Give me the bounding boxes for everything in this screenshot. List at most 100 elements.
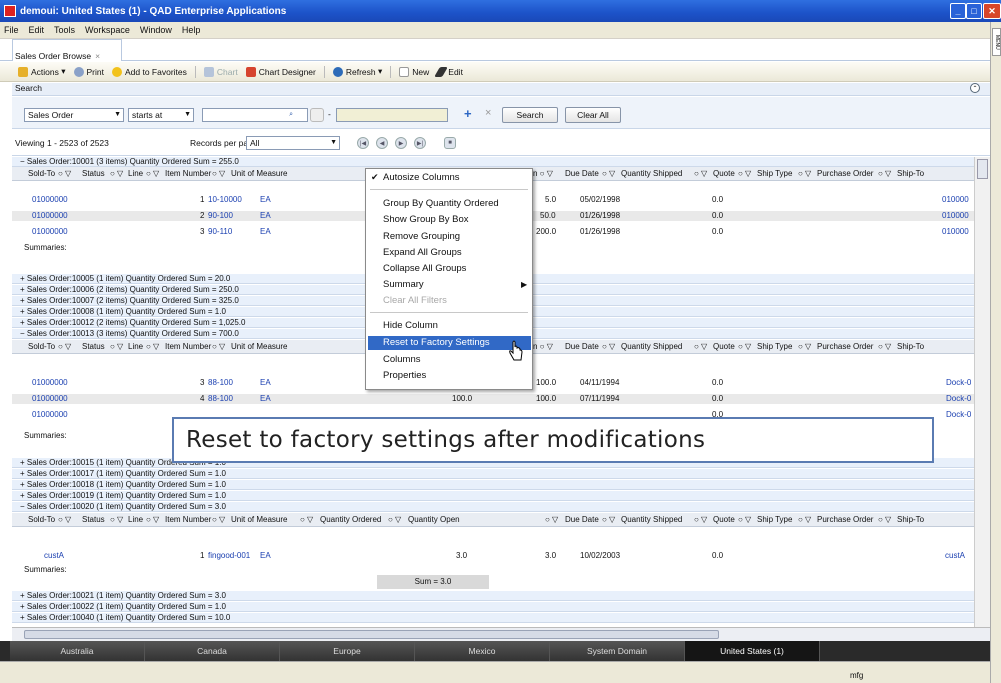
cell-item[interactable]: 88-100 [208,394,233,404]
filter-icon[interactable]: ○ ▽ [146,513,159,527]
col-line[interactable]: Line [128,513,143,527]
filter-icon[interactable]: ○ ▽ [300,513,313,527]
filter-icon[interactable]: ○ ▽ [602,167,615,181]
filter-icon[interactable]: ○ ▽ [738,340,751,354]
menu-help[interactable]: Help [182,25,201,35]
col-quantity-shipped[interactable]: Quantity Shipped [621,167,682,181]
filter-icon[interactable]: ○ ▽ [212,167,225,181]
tab-label[interactable]: Sales Order Browse [15,51,91,61]
col-item-number[interactable]: Item Number [165,340,211,354]
filter-icon[interactable]: ○ ▽ [878,167,891,181]
cell-ship-to[interactable]: 010000 [942,195,969,205]
clear-all-button[interactable]: Clear All [565,107,621,123]
filter-icon[interactable]: ○ ▽ [58,340,71,354]
tab-united-states[interactable]: United States (1) [685,641,820,661]
col-ship-type[interactable]: Ship Type [757,340,792,354]
filter-icon[interactable]: ○ ▽ [58,513,71,527]
search-button[interactable]: Search [502,107,558,123]
filter-icon[interactable]: n ○ ▽ [533,167,553,181]
cell-sold-to[interactable]: 01000000 [32,211,68,221]
filter-icon[interactable]: ○ ▽ [602,513,615,527]
cell-um[interactable]: EA [260,227,271,237]
group-row[interactable]: + Sales Order:10019 (1 item) Quantity Or… [12,491,974,501]
cell-sold-to[interactable]: 01000000 [32,378,68,388]
records-per-page-select[interactable]: All ▼ [246,136,340,150]
menu-show-group-box[interactable]: Show Group By Box [383,214,469,225]
col-line[interactable]: Line [128,167,143,181]
menu-file[interactable]: File [4,25,19,35]
cell-item[interactable]: 90-100 [208,211,233,221]
group-row[interactable]: + Sales Order:10021 (1 item) Quantity Or… [12,591,974,601]
refresh-button[interactable]: Refresh ▾ [332,66,382,77]
previous-page-icon[interactable]: ◀ [376,137,388,149]
lookup-icon[interactable]: ⌕ [289,109,293,121]
cell-ship-to[interactable]: 010000 [942,211,969,221]
tab-europe[interactable]: Europe [280,641,415,661]
cell-um[interactable]: EA [260,551,271,561]
last-page-icon[interactable]: ▶| [414,137,426,149]
cell-ship-to[interactable]: Dock-0 [946,394,971,404]
scroll-thumb[interactable] [977,159,988,179]
cell-um[interactable]: EA [260,195,271,205]
col-due-date[interactable]: Due Date [565,340,599,354]
col-due-date[interactable]: Due Date [565,513,599,527]
group-row[interactable]: + Sales Order:10022 (1 item) Quantity Or… [12,602,974,612]
filter-icon[interactable]: ○ ▽ [146,340,159,354]
filter-icon[interactable]: ○ ▽ [694,167,707,181]
search-value-input[interactable]: ⌕ [202,108,308,122]
col-ship-type[interactable]: Ship Type [757,167,792,181]
menu-window[interactable]: Window [140,25,172,35]
side-menu-tab[interactable]: MENU [992,28,1001,56]
col-quantity-open[interactable]: Quantity Open [408,513,460,527]
col-unit-of-measure[interactable]: Unit of Measure [231,167,287,181]
col-status[interactable]: Status [82,513,105,527]
menu-collapse-all[interactable]: Collapse All Groups [383,263,466,274]
cell-sold-to[interactable]: 01000000 [32,394,68,404]
menu-columns[interactable]: Columns [383,354,421,365]
menu-reset-factory-settings[interactable]: Reset to Factory Settings [383,337,490,348]
col-line[interactable]: Line [128,340,143,354]
search-to-input[interactable] [336,108,448,122]
col-purchase-order[interactable]: Purchase Order [817,167,873,181]
add-to-favorites-button[interactable]: Add to Favorites [112,66,187,77]
cell-um[interactable]: EA [260,211,271,221]
add-criteria-icon[interactable]: + [464,106,472,121]
filter-icon[interactable]: ○ ▽ [738,167,751,181]
group-row[interactable]: + Sales Order:10040 (1 item) Quantity Or… [12,613,974,623]
filter-icon[interactable]: ○ ▽ [110,340,123,354]
menu-properties[interactable]: Properties [383,370,426,381]
filter-icon[interactable]: ○ ▽ [798,340,811,354]
col-unit-of-measure[interactable]: Unit of Measure [231,340,287,354]
cell-sold-to[interactable]: 01000000 [32,227,68,237]
scroll-thumb[interactable] [24,630,719,639]
filter-icon[interactable]: ○ ▽ [694,513,707,527]
col-ship-to[interactable]: Ship-To [897,167,924,181]
cell-sold-to[interactable]: 01000000 [32,410,68,420]
col-item-number[interactable]: Item Number [165,167,211,181]
col-purchase-order[interactable]: Purchase Order [817,340,873,354]
table-row[interactable]: 01000000 4 88-100 EA 100.0 100.0 07/11/1… [12,394,974,404]
filter-icon[interactable]: ○ ▽ [878,513,891,527]
horizontal-scrollbar[interactable] [12,627,990,641]
cell-ship-to[interactable]: Dock-0 [946,410,971,420]
menu-hide-column[interactable]: Hide Column [383,320,438,331]
maximize-icon[interactable]: □ [966,3,982,19]
collapse-search-icon[interactable]: ⌃ [970,83,980,93]
print-button[interactable]: Print [73,66,104,77]
col-due-date[interactable]: Due Date [565,167,599,181]
tab-australia[interactable]: Australia [10,641,145,661]
group-row[interactable]: − Sales Order:10001 (3 items) Quantity O… [12,157,974,167]
filter-icon[interactable]: ○ ▽ [58,167,71,181]
menu-autosize-columns[interactable]: Autosize Columns [383,172,460,183]
menu-tools[interactable]: Tools [54,25,75,35]
cell-item[interactable]: 90-110 [208,227,232,237]
menu-remove-grouping[interactable]: Remove Grouping [383,231,460,242]
filter-icon[interactable]: ○ ▽ [146,167,159,181]
col-ship-to[interactable]: Ship-To [897,513,924,527]
filter-icon[interactable]: ○ ▽ [110,513,123,527]
filter-icon[interactable]: ○ ▽ [212,513,225,527]
col-sold-to[interactable]: Sold-To [28,167,55,181]
first-page-icon[interactable]: |◀ [357,137,369,149]
col-quantity-shipped[interactable]: Quantity Shipped [621,340,682,354]
menu-summary[interactable]: Summary [383,279,424,290]
